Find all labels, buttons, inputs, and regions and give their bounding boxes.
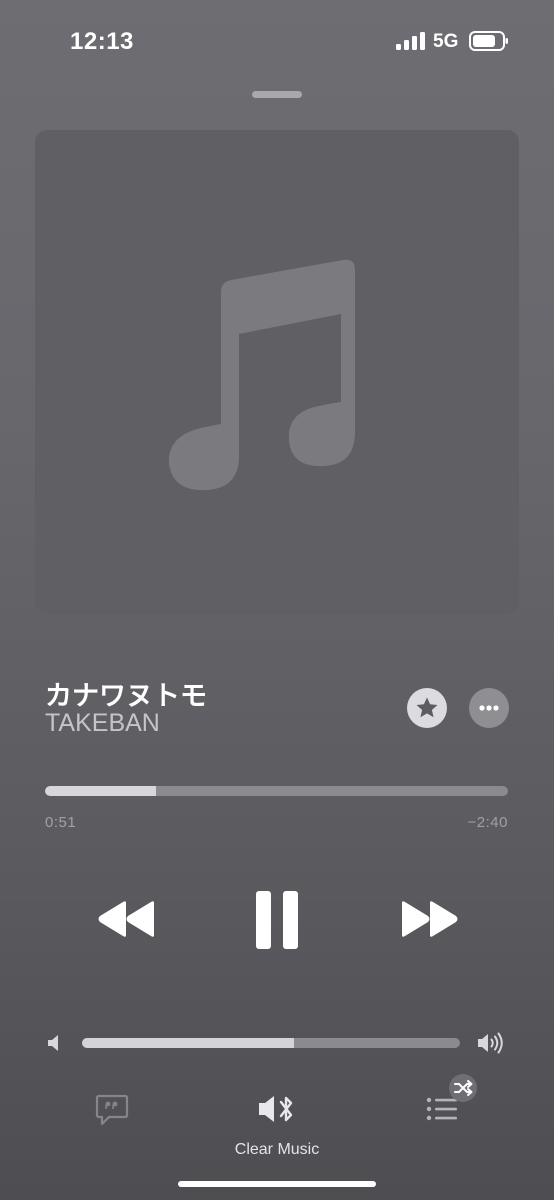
album-artwork xyxy=(35,130,519,614)
pause-button[interactable] xyxy=(255,890,299,955)
status-time: 12:13 xyxy=(70,28,134,55)
speaker-low-icon xyxy=(48,1035,58,1051)
more-options-button[interactable] xyxy=(469,688,509,728)
remaining-time: −2:40 xyxy=(467,814,508,831)
favorite-button[interactable] xyxy=(407,688,447,728)
playback-scrubber[interactable] xyxy=(45,786,508,796)
playback-progress-fill xyxy=(45,786,157,796)
home-indicator[interactable] xyxy=(178,1181,376,1187)
speaker-high-icon xyxy=(478,1032,503,1054)
ellipsis-icon xyxy=(479,705,499,711)
star-icon xyxy=(416,697,438,718)
track-title: カナワヌトモ xyxy=(45,681,207,711)
speaker-bluetooth-icon[interactable] xyxy=(257,1093,299,1125)
shuffle-badge[interactable] xyxy=(449,1074,477,1102)
lyrics-button[interactable] xyxy=(95,1094,129,1126)
status-bar: 12:13 5G xyxy=(0,0,554,80)
battery-icon xyxy=(469,31,508,51)
cellular-signal-icon xyxy=(396,32,425,50)
backward-icon xyxy=(98,901,154,937)
pause-icon xyxy=(256,891,298,949)
output-device-label: Clear Music xyxy=(234,1141,320,1158)
track-artist[interactable]: TAKEBAN xyxy=(45,709,160,738)
music-note-icon xyxy=(168,259,355,491)
elapsed-time: 0:51 xyxy=(45,814,77,831)
forward-button[interactable] xyxy=(399,900,459,943)
sheet-grabber[interactable] xyxy=(252,91,302,98)
network-type: 5G xyxy=(433,31,459,52)
volume-slider[interactable] xyxy=(82,1038,460,1048)
rewind-button[interactable] xyxy=(97,900,157,943)
shuffle-icon xyxy=(454,1080,473,1096)
forward-icon xyxy=(402,901,458,937)
volume-level-fill xyxy=(82,1038,294,1048)
